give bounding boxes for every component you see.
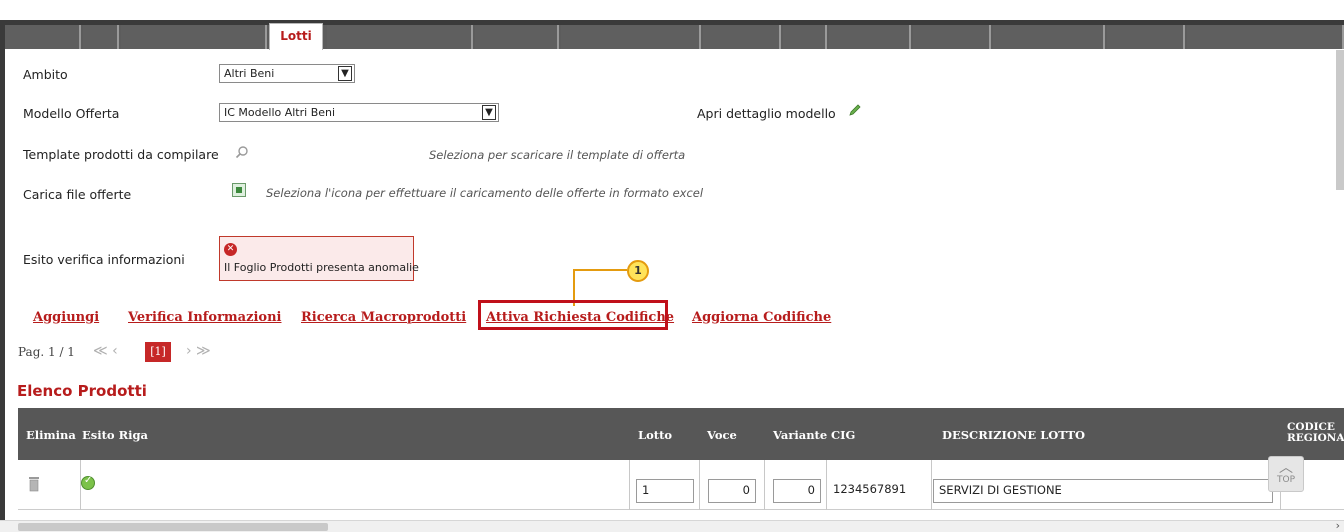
column-divider xyxy=(699,460,700,510)
header-esito-riga[interactable]: Esito Riga xyxy=(82,428,148,442)
apri-dettaglio-label: Apri dettaglio modello xyxy=(697,106,836,121)
pager-first-prev[interactable]: ≪ ‹ xyxy=(93,343,118,359)
chevron-down-icon: ▼ xyxy=(482,105,496,120)
pager-next-last[interactable]: › ≫ xyxy=(186,343,211,359)
tab-2[interactable] xyxy=(83,25,119,49)
tab-12[interactable] xyxy=(993,25,1105,49)
descrizione-lotto-input[interactable]: SERVIZI DI GESTIONE xyxy=(933,479,1273,503)
ambito-select[interactable]: Altri Beni ▼ xyxy=(219,64,355,83)
header-lotto[interactable]: Lotto xyxy=(638,428,672,442)
template-label: Template prodotti da compilare xyxy=(23,147,219,162)
table-header: Elimina Esito Riga Lotto Voce Variante C… xyxy=(18,408,1344,460)
page-top-margin xyxy=(0,0,1344,20)
header-descrizione-lotto[interactable]: DESCRIZIONE LOTTO xyxy=(942,428,1085,442)
header-cig[interactable]: CIG xyxy=(831,428,855,442)
header-voce[interactable]: Voce xyxy=(707,428,737,442)
header-codice-regionale[interactable]: CODICE REGIONA xyxy=(1287,422,1344,444)
highlight-box xyxy=(478,300,668,330)
error-message-box: ✕ Il Foglio Prodotti presenta anomalie xyxy=(219,236,419,281)
scroll-top-label: TOP xyxy=(1276,475,1295,485)
section-title: Elenco Prodotti xyxy=(17,382,147,400)
header-variante[interactable]: Variante xyxy=(773,428,827,442)
pencil-icon[interactable] xyxy=(848,103,862,117)
column-divider xyxy=(826,460,827,510)
horizontal-scrollbar[interactable]: › xyxy=(0,519,1344,532)
tab-6[interactable] xyxy=(475,25,559,49)
page-indicator: Pag. 1 / 1 xyxy=(18,345,75,359)
scroll-right-icon[interactable]: › xyxy=(1336,519,1340,532)
tab-10[interactable] xyxy=(829,25,911,49)
trash-icon[interactable] xyxy=(28,476,40,492)
header-elimina[interactable]: Elimina xyxy=(26,428,76,442)
modello-offerta-value: IC Modello Altri Beni xyxy=(224,106,336,119)
column-divider xyxy=(764,460,765,510)
ricerca-macroprodotti-link[interactable]: Ricerca Macroprodotti xyxy=(301,310,466,325)
tab-13[interactable] xyxy=(1107,25,1185,49)
callout-line-horizontal xyxy=(573,269,627,271)
tab-bar: Lotti xyxy=(5,23,1344,50)
lotto-input[interactable]: 1 xyxy=(636,479,694,503)
callout-badge: 1 xyxy=(627,260,649,282)
error-message: Il Foglio Prodotti presenta anomalie xyxy=(224,261,419,274)
tab-lotti-label: Lotti xyxy=(280,29,312,43)
template-hint: Seleziona per scaricare il template di o… xyxy=(429,148,686,162)
vertical-scrollbar[interactable] xyxy=(1336,50,1344,190)
error-icon: ✕ xyxy=(224,243,237,256)
tab-5[interactable] xyxy=(327,25,473,49)
tab-11[interactable] xyxy=(913,25,991,49)
column-divider xyxy=(931,460,932,510)
verifica-informazioni-link[interactable]: Verifica Informazioni xyxy=(128,310,281,325)
header-codice-line2: REGIONA xyxy=(1287,432,1344,444)
ambito-value: Altri Beni xyxy=(224,67,275,80)
aggiorna-codifiche-link[interactable]: Aggiorna Codifiche xyxy=(692,310,831,325)
column-divider xyxy=(629,460,630,510)
modello-offerta-select[interactable]: IC Modello Altri Beni ▼ xyxy=(219,103,499,122)
horizontal-scrollbar-thumb[interactable] xyxy=(18,523,328,531)
aggiungi-link[interactable]: Aggiungi xyxy=(33,310,99,325)
modello-offerta-label: Modello Offerta xyxy=(23,106,120,121)
chevron-up-icon: ︿ xyxy=(1279,460,1293,476)
tab-9[interactable] xyxy=(783,25,827,49)
excel-icon[interactable] xyxy=(232,183,246,197)
voce-input[interactable]: 0 xyxy=(708,479,756,503)
scroll-top-button[interactable]: ︿ TOP xyxy=(1268,456,1304,492)
pager-current-page[interactable]: [1] xyxy=(145,342,171,362)
cig-value: 1234567891 xyxy=(828,479,925,503)
tab-7[interactable] xyxy=(561,25,701,49)
check-ok-icon xyxy=(81,475,95,490)
tab-3[interactable] xyxy=(121,25,267,49)
carica-file-hint: Seleziona l'icona per effettuare il cari… xyxy=(266,186,704,200)
ambito-label: Ambito xyxy=(23,67,68,82)
tab-lotti[interactable]: Lotti xyxy=(269,23,323,50)
tab-1[interactable] xyxy=(5,25,81,49)
carica-file-label: Carica file offerte xyxy=(23,187,132,202)
tab-8[interactable] xyxy=(703,25,781,49)
variante-input[interactable]: 0 xyxy=(773,479,821,503)
tab-14[interactable] xyxy=(1187,25,1344,49)
frame-border-left xyxy=(0,20,5,532)
search-icon[interactable] xyxy=(235,145,249,159)
chevron-down-icon: ▼ xyxy=(338,66,352,81)
esito-verifica-label: Esito verifica informazioni xyxy=(23,252,185,267)
